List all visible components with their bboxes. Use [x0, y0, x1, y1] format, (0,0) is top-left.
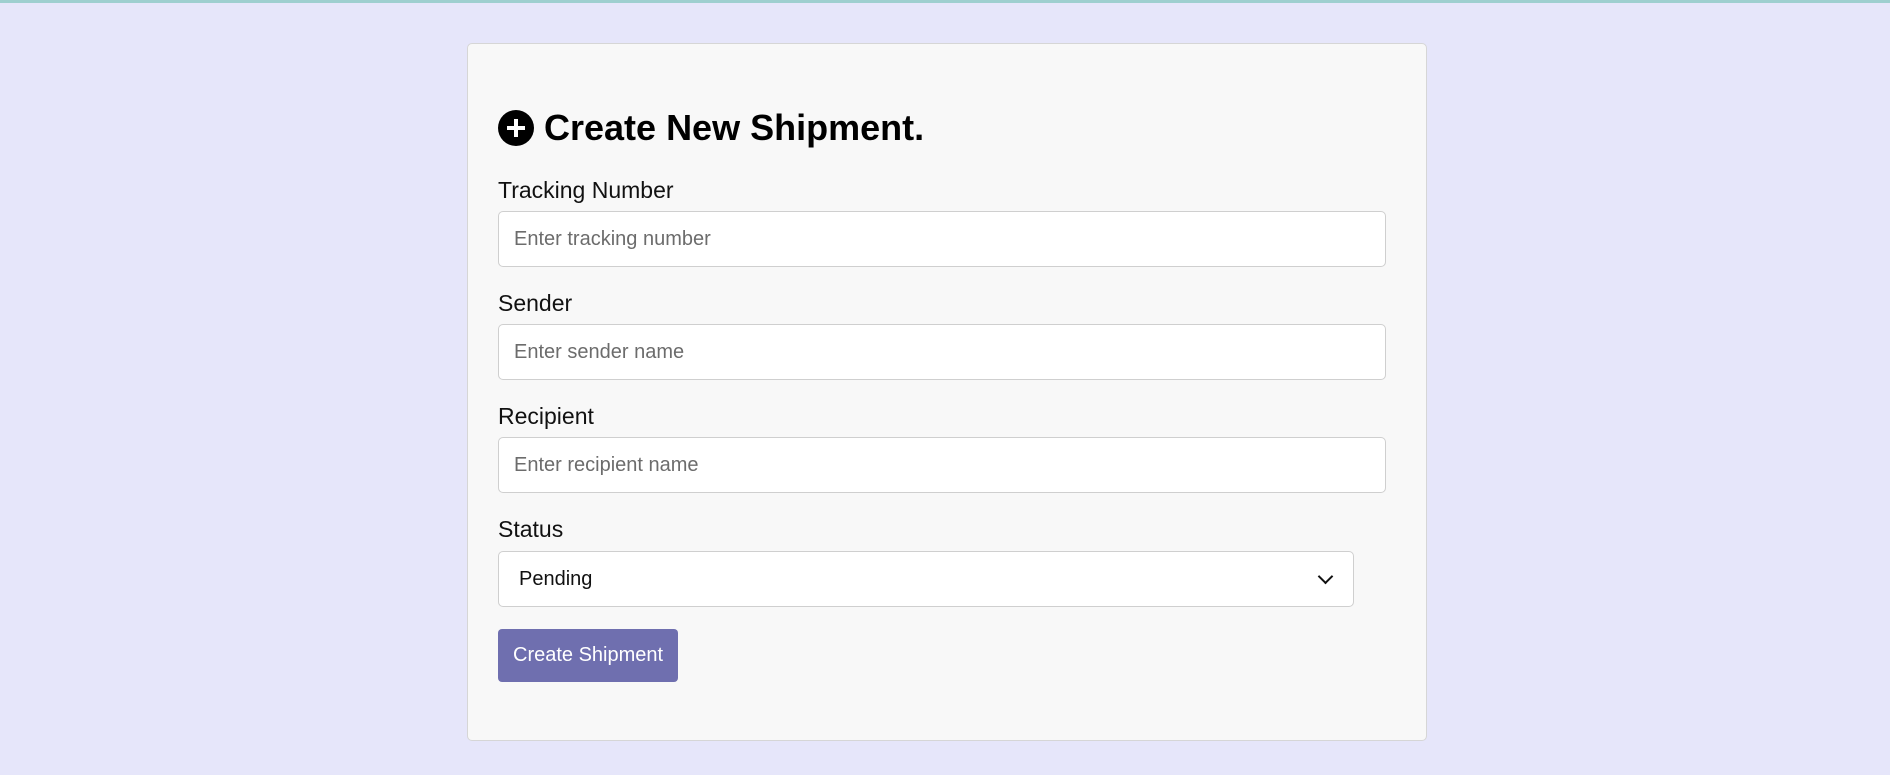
chevron-down-icon [1317, 568, 1334, 584]
status-label: Status [498, 516, 564, 542]
plus-circle-icon [498, 110, 534, 146]
status-selected-value: Pending [519, 567, 593, 590]
tracking-number-input[interactable] [498, 211, 1386, 267]
page-title: Create New Shipment. [544, 107, 925, 148]
shipment-form-card: Create New Shipment. Tracking Number Sen… [467, 43, 1427, 741]
top-border-strip [0, 0, 1890, 3]
status-select[interactable]: Pending [498, 551, 1354, 607]
form-header: Create New Shipment. [498, 104, 924, 152]
sender-label: Sender [498, 290, 573, 316]
sender-input[interactable] [498, 324, 1386, 380]
tracking-number-label: Tracking Number [498, 177, 674, 203]
create-shipment-button[interactable]: Create Shipment [498, 629, 679, 682]
recipient-input[interactable] [498, 437, 1386, 493]
recipient-label: Recipient [498, 403, 594, 429]
